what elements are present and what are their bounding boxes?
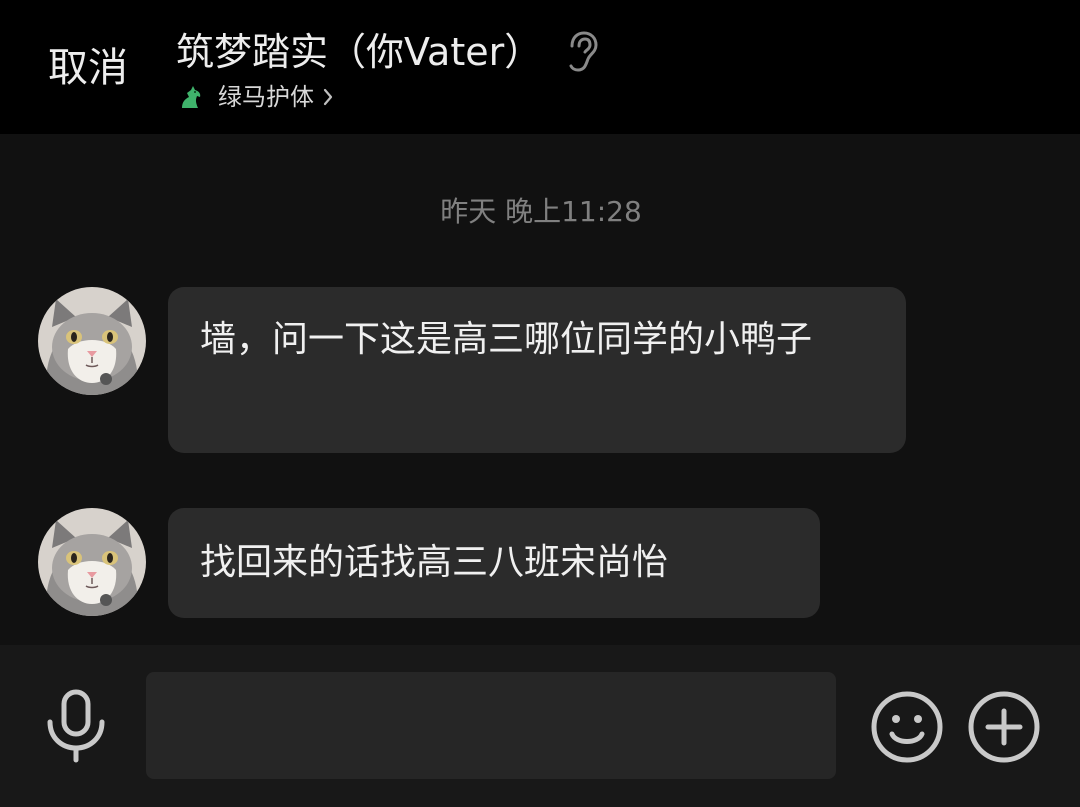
- message-timestamp: 昨天 晚上11:28: [440, 195, 642, 228]
- cat-avatar[interactable]: [38, 508, 146, 616]
- message-bubble[interactable]: 找回来的话找高三八班宋尚怡: [168, 508, 820, 618]
- subtitle-row[interactable]: 绿马护体: [178, 80, 334, 114]
- cancel-button[interactable]: 取消: [48, 44, 128, 92]
- chat-header: 取消 筑梦踏实（你Vater） 绿马护体: [0, 0, 1080, 134]
- input-bar: [0, 645, 1080, 807]
- plus-icon[interactable]: [967, 690, 1041, 764]
- ear-icon[interactable]: [564, 30, 600, 74]
- cat-avatar[interactable]: [38, 287, 146, 395]
- microphone-icon[interactable]: [44, 688, 108, 764]
- horse-icon: [182, 86, 201, 108]
- chevron-right-icon: [323, 88, 333, 106]
- chat-subtitle: 绿马护体: [218, 83, 314, 111]
- message-input[interactable]: [146, 672, 836, 779]
- smiley-icon[interactable]: [870, 690, 944, 764]
- message-list[interactable]: 昨天 晚上11:28 墙，问一下这是高三哪位同学的小鸭子 找回来的话找高三八班宋…: [0, 134, 1080, 645]
- chat-title: 筑梦踏实（你Vater）: [176, 30, 543, 74]
- chat-screen: 取消 筑梦踏实（你Vater） 绿马护体 昨天 晚上11:28 墙，问一下这是高…: [0, 0, 1080, 807]
- title-row[interactable]: 筑梦踏实（你Vater）: [176, 26, 600, 78]
- message-bubble[interactable]: 墙，问一下这是高三哪位同学的小鸭子: [168, 287, 906, 453]
